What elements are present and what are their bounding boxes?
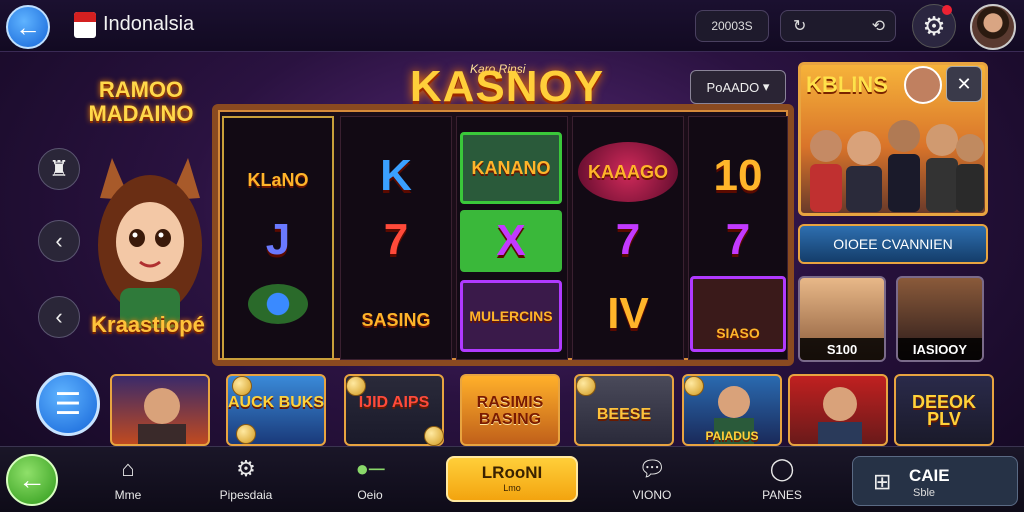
arrow-left-icon: ← [15, 11, 41, 42]
game-tile-8[interactable]: DEEOK PLV [894, 374, 994, 446]
play-label: LRooNI [481, 463, 543, 482]
game-title: AUCK BUKS [228, 394, 324, 411]
menu-button[interactable]: ☰ [36, 372, 100, 436]
game-tile-1[interactable] [110, 374, 210, 446]
cashier-button[interactable]: ⊞ CAIE Sble [852, 456, 1018, 506]
nav-item-settings[interactable]: ⚙ Pipesdaia [206, 456, 286, 502]
bubble-icon: ◯ [769, 456, 795, 481]
nav-item-panes[interactable]: ◯ PANES [742, 456, 822, 502]
nav-item-label: VIONO [632, 488, 672, 502]
coin-icon [424, 426, 444, 446]
promo-logo[interactable]: RAMOO MADAINO [82, 78, 200, 126]
collapse-button[interactable]: ‹ [38, 296, 80, 338]
reel-symbol: MULERCINS [460, 280, 562, 352]
nav-item-games[interactable]: ●─ Oeio [330, 456, 410, 502]
nav-item-home[interactable]: ⌂ Mme [88, 456, 168, 502]
reel-symbol: IV [607, 289, 649, 338]
cashier-label: CAIE [909, 466, 950, 485]
reel-symbol: 7 [615, 215, 641, 264]
chat-icon: 💬︎ [638, 456, 666, 481]
reel-symbol: 7 [383, 215, 409, 264]
reel-symbol: 10 [713, 151, 763, 200]
mascot-label: Kraastiopé [91, 312, 205, 337]
game-title: IJID AIPS [358, 394, 430, 411]
chevron-left-icon: ‹ [55, 228, 63, 253]
promo-card-caption: IASIOOY [898, 338, 982, 360]
notification-dot [942, 5, 952, 15]
sync-icon[interactable]: ⟲ [872, 16, 885, 36]
home-icon: ⌂ [121, 456, 135, 481]
claim-button[interactable]: OIOEE CVANNIEN [798, 224, 988, 264]
nav-item-label: Oeio [357, 488, 383, 502]
nav-item-chat[interactable]: 💬︎ VIONO [612, 456, 692, 502]
arrow-left-icon: ← [18, 464, 46, 495]
tools-icon[interactable]: ✕ [946, 66, 982, 102]
prev-button[interactable]: ‹ [38, 220, 80, 262]
reel-symbol: K [380, 151, 412, 200]
play-sublabel: Lmo [503, 483, 521, 493]
poster-title: KBLINS [806, 72, 888, 97]
nav-item-label: Pipesdaia [219, 488, 273, 502]
gear-icon: ⚙ [236, 456, 256, 481]
coin-balance[interactable]: 20003S [695, 10, 769, 42]
coin-icon [346, 376, 366, 396]
chef-hat-button[interactable]: ♜ [38, 148, 80, 190]
gear-icon: ⚙ [922, 10, 946, 41]
game-title: BEESE [596, 406, 652, 423]
reel-symbol: KLaNO [247, 169, 309, 190]
coin-icon [236, 424, 256, 444]
controller-icon: ●─ [355, 456, 385, 481]
gem-symbol-icon [248, 284, 308, 324]
profile-avatar[interactable] [970, 4, 1016, 50]
search-bar[interactable]: ↻ ⟲ [780, 10, 896, 42]
coin-icon [684, 376, 704, 396]
app-logo [74, 12, 96, 38]
promo-card-1[interactable]: S100 [798, 276, 886, 362]
gift-icon: ⊞ [873, 469, 892, 494]
refresh-icon[interactable]: ↻ [793, 16, 806, 36]
people-illustration [810, 120, 984, 212]
paylines-button[interactable]: PoAADO ▾ [690, 70, 786, 104]
game-tile-4[interactable]: RASIMIS BASING [460, 374, 560, 446]
poster-avatar [904, 66, 942, 104]
reel-symbol: J [265, 215, 291, 264]
paylines-label: PoAADO [706, 79, 760, 95]
coin-icon [576, 376, 596, 396]
nav-item-label: Mme [114, 488, 142, 502]
promo-card-2[interactable]: IASIOOY [896, 276, 984, 362]
app-title: Indonalsia [103, 13, 195, 35]
game-title: DEEOK PLV [911, 392, 976, 429]
reel-symbol: KANANO [460, 132, 562, 204]
chef-hat-icon: ♜ [49, 156, 69, 181]
reel-symbol: SIASO [690, 276, 786, 352]
nav-back-button[interactable]: ← [6, 454, 58, 506]
nav-item-label: PANES [762, 488, 802, 502]
back-button[interactable]: ← [6, 5, 50, 49]
game-title: RASIMIS BASING [476, 394, 544, 428]
reel-symbol: X [460, 210, 562, 272]
reel-symbol: 7 [725, 215, 751, 264]
game-title: PAIADUS [705, 429, 759, 443]
portrait-image [138, 388, 186, 444]
chevron-left-icon: ‹ [55, 304, 63, 329]
promo-card-caption: S100 [800, 338, 884, 360]
reel-symbol: KAAAGO [578, 142, 678, 202]
hamburger-icon: ☰ [54, 387, 82, 421]
cashier-sublabel: Sble [913, 487, 936, 499]
game-tile-7[interactable] [788, 374, 888, 446]
portrait-image [818, 387, 862, 444]
play-button[interactable]: LRooNI Lmo [446, 456, 578, 502]
reel-symbol: SASING [361, 309, 431, 330]
coin-icon [232, 376, 252, 396]
